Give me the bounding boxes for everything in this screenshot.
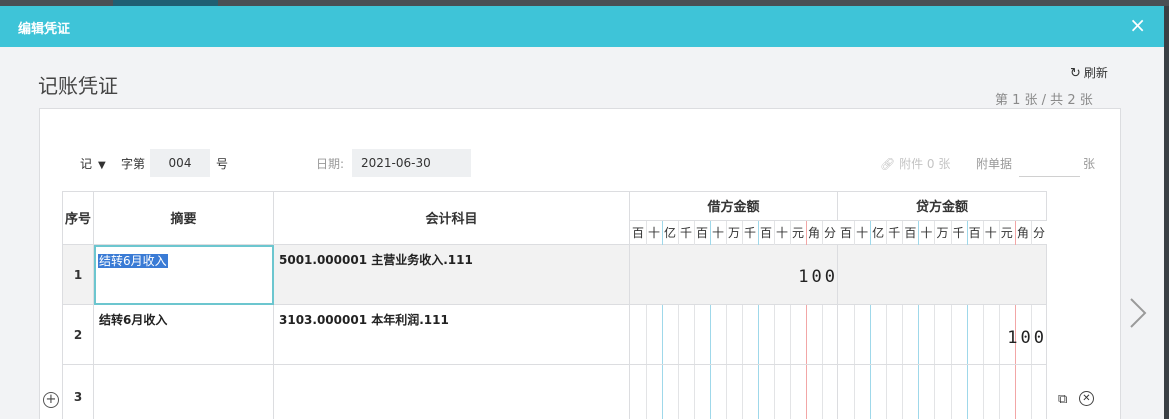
header-seq: 序号 [62, 191, 94, 245]
debit-digit-unit: 元 [790, 221, 806, 245]
row-2-debit-cell[interactable] [630, 305, 838, 365]
credit-digit-unit: 万 [934, 221, 951, 245]
plus-circle-icon: + [45, 392, 57, 407]
credit-digit-unit: 百 [966, 221, 983, 245]
debit-digit-unit: 千 [678, 221, 694, 245]
credit-digit-unit: 元 [998, 221, 1015, 245]
credit-digit-unit: 千 [950, 221, 967, 245]
voucher-number-input[interactable]: 004 [150, 149, 210, 177]
hao-label: 号 [216, 157, 229, 171]
dialog-title: 编辑凭证 [18, 22, 71, 37]
row-3-debit-cell[interactable] [630, 365, 838, 419]
debit-digit-unit: 十 [646, 221, 662, 245]
credit-digit-unit: 分 [1030, 221, 1047, 245]
credit-digit-unit: 百 [902, 221, 919, 245]
voucher-header-fields: 记 ▼ 字第 004 号 日期: 2021-06-30 🔗︎ 附件 0 张 附单据… [40, 149, 1120, 177]
refresh-icon: ↻ [1070, 66, 1081, 81]
debit-digit-unit: 十 [774, 221, 790, 245]
credit-digit-unit: 十 [918, 221, 935, 245]
date-input[interactable]: 2021-06-30 [352, 149, 471, 177]
credit-digit-unit: 十 [982, 221, 999, 245]
debit-digit-unit: 角 [806, 221, 822, 245]
row-3-credit-cell[interactable] [838, 365, 1047, 419]
row-1-credit-cell[interactable] [838, 245, 1047, 305]
debit-digit-unit: 百 [630, 221, 646, 245]
row-2-summary[interactable]: 结转6月收入 [94, 305, 274, 365]
voucher-word-value: 记 [80, 157, 93, 171]
caret-down-icon: ▼ [98, 160, 106, 171]
row-1-account[interactable]: 5001.000001 主营业务收入.111 [274, 245, 630, 305]
copy-icon[interactable]: ⧉ [1058, 392, 1067, 407]
row-3-account[interactable] [274, 365, 630, 419]
debit-digit-unit: 万 [726, 221, 742, 245]
row-3-summary[interactable] [94, 365, 274, 419]
header-debit: 借方金额 [630, 191, 838, 221]
chevron-right-icon[interactable] [1127, 295, 1149, 331]
header-account: 会计科目 [274, 191, 630, 245]
debit-digit-unit: 分 [822, 221, 838, 245]
debit-digit-unit: 百 [758, 221, 774, 245]
row-2-account[interactable]: 3103.000001 本年利润.111 [274, 305, 630, 365]
close-circle-icon[interactable]: ✕ [1079, 391, 1094, 406]
header-credit: 贷方金额 [838, 191, 1047, 221]
refresh-label: 刷新 [1083, 66, 1108, 80]
summary-editor[interactable]: 结转6月收入 [94, 245, 274, 305]
close-icon[interactable]: × [1129, 15, 1146, 35]
voucher-word-select[interactable]: 记 ▼ [80, 155, 106, 172]
credit-digit-unit: 千 [886, 221, 903, 245]
debit-digit-unit: 亿 [662, 221, 678, 245]
row-2-credit-amount: 100 [1007, 328, 1047, 348]
link-icon: 🔗︎ [880, 157, 900, 171]
dialog-header: 编辑凭证 × [0, 6, 1164, 47]
debit-digit-unit: 百 [694, 221, 710, 245]
row-2-seq: 2 [62, 305, 94, 365]
debit-digit-unit: 千 [742, 221, 758, 245]
date-label: 日期: [316, 157, 345, 171]
add-row-button[interactable]: + [43, 392, 59, 408]
page-indicator: 第 1 张 / 共 2 张 [995, 93, 1093, 108]
refresh-button[interactable]: ↻ 刷新 [1070, 64, 1108, 81]
attachment-link[interactable]: 🔗︎ 附件 0 张 [880, 155, 950, 172]
row-1-debit-amount: 100 [798, 267, 838, 287]
edit-voucher-dialog: 编辑凭证 × 记账凭证 ↻ 刷新 第 1 张 / 共 2 张 记 ▼ 字第 004 … [0, 6, 1164, 419]
header-summary: 摘要 [94, 191, 274, 245]
zhang-label: 张 [1083, 157, 1096, 171]
doc-count-input[interactable] [1019, 149, 1080, 177]
voucher-table: 序号 摘要 会计科目 借方金额 贷方金额 百十亿千百十万千百十元角分百十亿千百十… [62, 191, 1047, 419]
voucher-paper: 记 ▼ 字第 004 号 日期: 2021-06-30 🔗︎ 附件 0 张 附单据… [39, 108, 1121, 419]
credit-digit-unit: 角 [1014, 221, 1031, 245]
zi-label: 字第 [121, 157, 146, 171]
voucher-title: 记账凭证 [38, 74, 118, 98]
credit-digit-unit: 百 [838, 221, 855, 245]
row-1-seq: 1 [62, 245, 94, 305]
credit-digit-unit: 亿 [870, 221, 887, 245]
row-3-seq: 3 [62, 365, 94, 419]
selected-summary-text[interactable]: 结转6月收入 [98, 254, 168, 268]
attachment-label: 附件 0 张 [899, 157, 951, 171]
debit-digit-unit: 十 [710, 221, 726, 245]
doc-count-label: 附单据 [976, 157, 1013, 171]
credit-digit-unit: 十 [854, 221, 871, 245]
